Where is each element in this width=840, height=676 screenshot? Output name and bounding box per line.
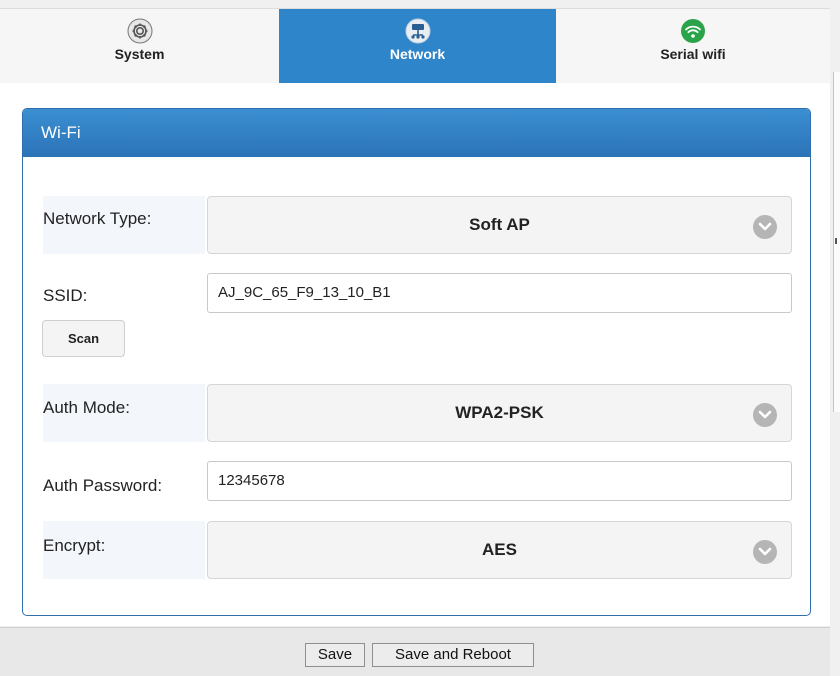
network-type-label: Network Type:: [43, 196, 205, 254]
chevron-down-icon: [753, 403, 777, 427]
auth-mode-select[interactable]: WPA2-PSK: [207, 384, 792, 442]
auth-password-input[interactable]: 12345678: [207, 461, 792, 501]
chevron-down-icon: [753, 540, 777, 564]
encrypt-value: AES: [482, 540, 517, 559]
scrollbar-grip[interactable]: [835, 238, 837, 244]
ssid-input[interactable]: AJ_9C_65_F9_13_10_B1: [207, 273, 792, 313]
tab-serial-wifi[interactable]: Serial wifi: [556, 9, 830, 83]
network-type-select[interactable]: Soft AP: [207, 196, 792, 254]
panel-title: Wi-Fi: [23, 109, 810, 157]
auth-password-label: Auth Password:: [43, 476, 163, 495]
wifi-icon: [681, 19, 705, 43]
tab-serial-wifi-label: Serial wifi: [660, 46, 726, 62]
ssid-label: SSID:: [43, 286, 88, 305]
network-type-value: Soft AP: [469, 215, 530, 234]
gear-icon: [127, 18, 152, 44]
tab-system-label: System: [114, 46, 165, 62]
encrypt-label: Encrypt:: [43, 521, 205, 579]
scan-button[interactable]: Scan: [42, 320, 125, 357]
auth-mode-label: Auth Mode:: [43, 384, 205, 442]
auth-mode-value: WPA2-PSK: [455, 403, 544, 422]
save-and-reboot-button[interactable]: Save and Reboot: [372, 643, 534, 667]
tab-network-label: Network: [389, 46, 446, 62]
encrypt-select[interactable]: AES: [207, 521, 792, 579]
top-tab-bar: System Network Serial wifi: [0, 8, 830, 84]
tab-network[interactable]: Network: [279, 9, 556, 83]
save-button[interactable]: Save: [305, 643, 365, 667]
network-icon: [405, 18, 430, 44]
chevron-down-icon: [753, 215, 777, 239]
tab-system[interactable]: System: [0, 9, 279, 83]
